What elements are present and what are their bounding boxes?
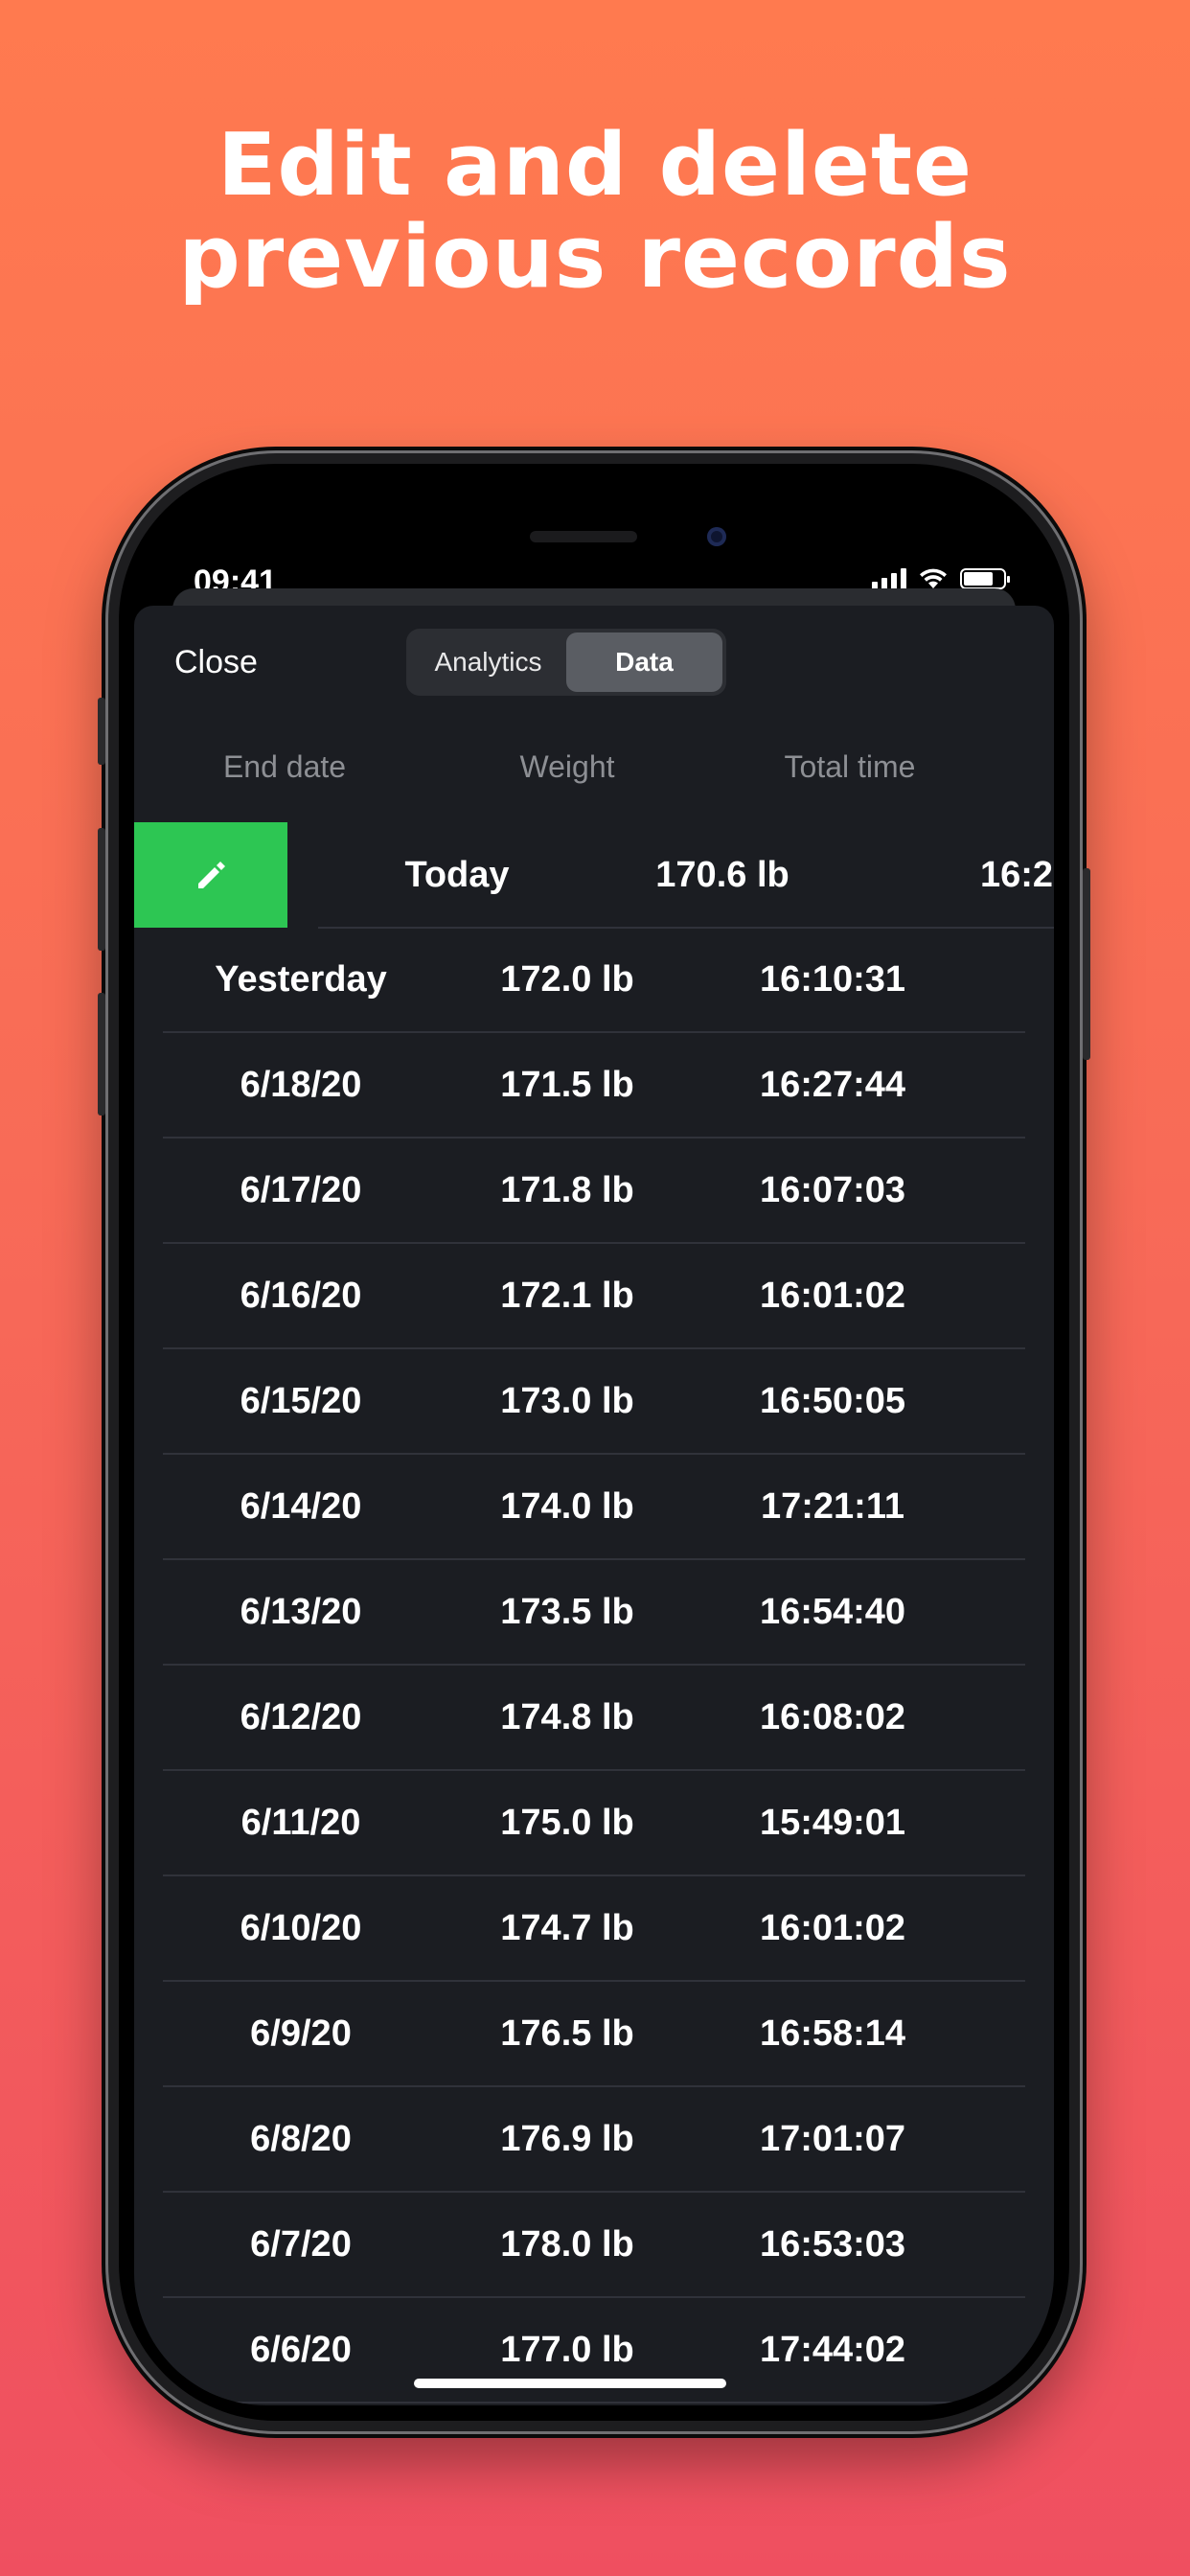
- table-row[interactable]: Yesterday 172.0 lb 16:10:31: [134, 928, 1054, 1033]
- row-time: 16:54:40: [759, 1592, 906, 1632]
- table-body: Yesterday 172.0 lb 16:10:31 6/18/20 171.5 lb…: [134, 928, 1054, 2404]
- row-weight: 170.6 lb: [655, 855, 790, 895]
- row-weight: 178.0 lb: [500, 2224, 634, 2265]
- power-button: [1083, 868, 1090, 1060]
- row-weight: 174.8 lb: [500, 1697, 634, 1737]
- volume-up-button: [98, 828, 105, 951]
- row-time: 16:50:05: [759, 1381, 906, 1421]
- row-time: 16:01:02: [759, 1908, 906, 1948]
- phone-screen: 09:41 Close Analytics Data End date Weig…: [134, 479, 1054, 2405]
- row-weight: 174.7 lb: [500, 1908, 634, 1948]
- row-date: 6/15/20: [240, 1381, 362, 1421]
- row-weight: 176.9 lb: [500, 2119, 634, 2159]
- row-date: 6/18/20: [240, 1065, 362, 1105]
- row-time: 17:44:02: [759, 2330, 906, 2370]
- table-row[interactable]: 6/13/20 173.5 lb 16:54:40: [134, 1560, 1054, 1666]
- row-time: 16:53:03: [759, 2224, 906, 2265]
- promo-headline: Edit and delete previous records: [0, 120, 1190, 304]
- home-indicator[interactable]: [414, 2379, 726, 2388]
- row-weight: 176.5 lb: [500, 2013, 634, 2054]
- row-time: 16:58:14: [759, 2013, 906, 2054]
- row-date: 6/11/20: [240, 1803, 361, 1843]
- row-divider: [163, 2402, 1025, 2404]
- earpiece-speaker: [530, 531, 637, 542]
- table-row[interactable]: 6/12/20 174.8 lb 16:08:02: [134, 1666, 1054, 1771]
- row-date: Yesterday: [215, 959, 387, 1000]
- row-date: 6/10/20: [240, 1908, 362, 1948]
- table-row[interactable]: 6/8/20 176.9 lb 17:01:07: [134, 2087, 1054, 2193]
- table-header: End date Weight Total time: [134, 749, 1054, 797]
- row-weight: 173.0 lb: [500, 1381, 634, 1421]
- silent-switch: [98, 698, 105, 765]
- row-weight: 172.0 lb: [500, 959, 634, 1000]
- row-date: 6/6/20: [250, 2330, 352, 2370]
- row-date: 6/13/20: [240, 1592, 362, 1632]
- headline-line-2: previous records: [178, 207, 1012, 308]
- row-time: 16:08:02: [759, 1697, 906, 1737]
- table-row[interactable]: 6/15/20 173.0 lb 16:50:05: [134, 1349, 1054, 1455]
- row-weight: 172.1 lb: [500, 1276, 634, 1316]
- wifi-icon: [920, 568, 947, 588]
- row-date: 6/9/20: [250, 2013, 352, 2054]
- column-header-end-date[interactable]: End date: [223, 749, 346, 785]
- row-date: 6/12/20: [240, 1697, 362, 1737]
- row-time: 16:20: [980, 855, 1054, 895]
- row-time: 16:27:44: [759, 1065, 906, 1105]
- row-date: 6/8/20: [250, 2119, 352, 2159]
- table-row[interactable]: 6/9/20 176.5 lb 16:58:14: [134, 1982, 1054, 2087]
- volume-down-button: [98, 993, 105, 1116]
- table-row[interactable]: 6/10/20 174.7 lb 16:01:02: [134, 1876, 1054, 1982]
- edit-action-button[interactable]: [134, 822, 287, 928]
- row-time: 16:01:02: [759, 1276, 906, 1316]
- row-time: 17:01:07: [759, 2119, 906, 2159]
- table-row[interactable]: 6/16/20 172.1 lb 16:01:02: [134, 1244, 1054, 1349]
- row-weight: 171.5 lb: [500, 1065, 634, 1105]
- row-date: Today: [404, 855, 510, 895]
- table-row[interactable]: 6/17/20 171.8 lb 16:07:03: [134, 1138, 1054, 1244]
- table-row[interactable]: 6/18/20 171.5 lb 16:27:44: [134, 1033, 1054, 1138]
- data-sheet: Close Analytics Data End date Weight Tot…: [134, 606, 1054, 2405]
- column-header-weight[interactable]: Weight: [519, 749, 614, 785]
- phone-frame: 09:41 Close Analytics Data End date Weig…: [98, 450, 1090, 2434]
- row-time: 16:10:31: [759, 959, 906, 1000]
- row-weight: 175.0 lb: [500, 1803, 634, 1843]
- close-button[interactable]: Close: [174, 644, 258, 681]
- headline-line-1: Edit and delete: [217, 115, 973, 216]
- column-header-total-time[interactable]: Total time: [785, 749, 916, 785]
- row-weight: 171.8 lb: [500, 1170, 634, 1210]
- table-row[interactable]: 6/14/20 174.0 lb 17:21:11: [134, 1455, 1054, 1560]
- pencil-icon: [198, 862, 225, 888]
- row-time: 16:07:03: [759, 1170, 906, 1210]
- row-date: 6/17/20: [240, 1170, 362, 1210]
- row-time: 15:49:01: [759, 1803, 906, 1843]
- tab-data[interactable]: Data: [566, 632, 722, 692]
- view-segmented-control[interactable]: Analytics Data: [406, 629, 726, 696]
- table-row[interactable]: 6/7/20 178.0 lb 16:53:03: [134, 2193, 1054, 2298]
- row-date: 6/7/20: [250, 2224, 352, 2265]
- row-date: 6/16/20: [240, 1276, 362, 1316]
- table-row[interactable]: 6/11/20 175.0 lb 15:49:01: [134, 1771, 1054, 1876]
- cellular-signal-icon: [872, 568, 906, 589]
- row-time: 17:21:11: [760, 1486, 905, 1527]
- row-weight: 173.5 lb: [500, 1592, 634, 1632]
- tab-analytics[interactable]: Analytics: [410, 632, 566, 692]
- front-camera-icon: [707, 527, 726, 546]
- row-weight: 174.0 lb: [500, 1486, 634, 1527]
- battery-icon: [960, 568, 1010, 589]
- row-date: 6/14/20: [240, 1486, 362, 1527]
- swiped-table-row[interactable]: Today 170.6 lb 16:20: [134, 822, 1054, 929]
- status-icons: [872, 567, 1010, 590]
